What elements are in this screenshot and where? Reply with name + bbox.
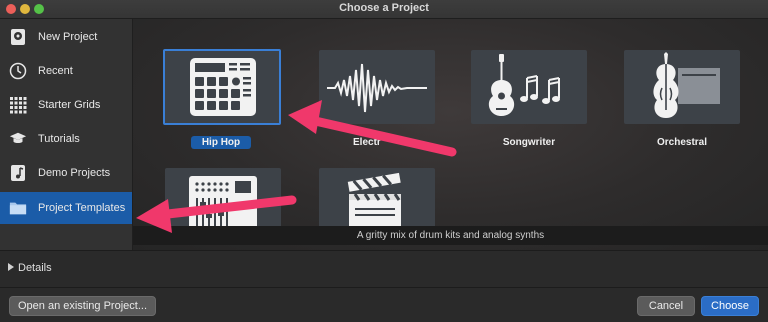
grid-icon — [9, 96, 27, 114]
clock-icon — [9, 62, 27, 80]
details-toggle[interactable]: Details — [18, 262, 52, 274]
graduation-cap-icon — [9, 130, 27, 148]
template-label-songwriter: Songwriter — [502, 137, 556, 148]
template-tile-electronic[interactable] — [319, 50, 435, 124]
cancel-button[interactable]: Cancel — [637, 296, 695, 316]
window-title: Choose a Project — [339, 2, 429, 14]
new-project-icon — [9, 28, 27, 46]
sidebar-item-demo-projects[interactable]: Demo Projects — [0, 157, 132, 189]
template-tile-hip-hop[interactable] — [163, 49, 281, 125]
guitar-notes-icon — [488, 54, 560, 116]
template-description: A gritty mix of drum kits and analog syn… — [133, 226, 768, 245]
template-tile-orchestral[interactable] — [624, 50, 740, 124]
template-gallery: Hip Hop Electr Songwriter Orchestral — [133, 19, 768, 250]
sidebar-item-tutorials[interactable]: Tutorials — [0, 123, 132, 155]
template-label-electronic: Electr — [353, 137, 381, 148]
sidebar-item-label: Starter Grids — [38, 99, 101, 111]
sidebar: New Project Recent Starter Grids Tutoria… — [0, 19, 133, 250]
sidebar-item-label: Project Templates — [38, 202, 126, 214]
template-label-orchestral: Orchestral — [656, 137, 708, 148]
template-label-hip-hop: Hip Hop — [191, 136, 251, 149]
waveform-icon — [327, 63, 427, 113]
disclosure-triangle-icon[interactable] — [8, 263, 14, 271]
sidebar-item-new-project[interactable]: New Project — [0, 21, 132, 53]
footer-bar: Open an existing Project... Cancel Choos… — [0, 287, 768, 322]
folder-icon — [9, 199, 27, 217]
sidebar-item-starter-grids[interactable]: Starter Grids — [0, 89, 132, 121]
sidebar-item-label: Demo Projects — [38, 167, 111, 179]
violin-icon — [653, 52, 720, 118]
template-tile-songwriter[interactable] — [471, 50, 587, 124]
sidebar-item-label: Tutorials — [38, 133, 80, 145]
title-bar: Choose a Project — [0, 0, 768, 19]
details-section: Details — [0, 250, 768, 287]
choose-button[interactable]: Choose — [701, 296, 759, 316]
sidebar-item-project-templates[interactable]: Project Templates — [0, 192, 132, 224]
sidebar-item-label: New Project — [38, 31, 98, 43]
drum-machine-icon — [190, 58, 256, 116]
sidebar-item-recent[interactable]: Recent — [0, 55, 132, 87]
open-existing-project-button[interactable]: Open an existing Project... — [9, 296, 156, 316]
sidebar-item-label: Recent — [38, 65, 73, 77]
music-note-icon — [9, 164, 27, 182]
